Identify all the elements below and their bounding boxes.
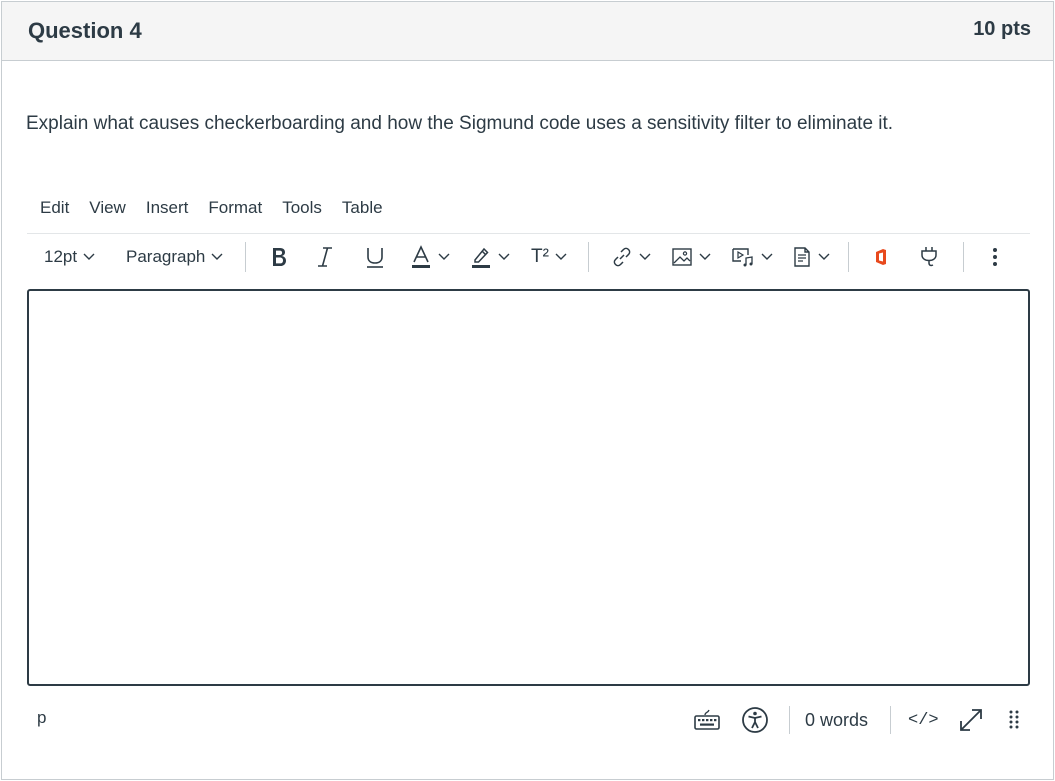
chevron-down-icon [555,253,567,260]
image-button[interactable] [671,238,711,276]
link-icon [613,247,631,267]
highlight-button[interactable] [470,238,510,276]
toolbar-separator [848,242,849,272]
text-color-button[interactable] [410,238,450,276]
keyboard-icon [694,709,720,730]
menu-table[interactable]: Table [332,197,393,223]
toolbar-separator [588,242,589,272]
document-icon [794,247,810,267]
superscript-button[interactable]: T² [531,238,567,276]
word-count: 0 words [805,709,869,730]
rich-text-editor[interactable] [27,289,1030,686]
menu-format[interactable]: Format [198,197,272,223]
underline-icon [367,248,383,268]
menubar-divider [27,233,1030,234]
media-button[interactable] [731,238,773,276]
toolbar-separator [963,242,964,272]
accessibility-checker-button[interactable] [741,704,769,736]
menu-tools[interactable]: Tools [272,197,332,223]
html-editor-toggle[interactable]: </> [908,704,939,736]
code-icon: </> [908,710,939,730]
italic-button[interactable] [315,238,335,276]
bold-button[interactable] [268,238,290,276]
highlight-icon [472,247,490,268]
image-icon [672,248,692,266]
chevron-down-icon [498,253,510,260]
editor-menubar: Edit View Insert Format Tools Table [30,197,393,223]
element-path[interactable]: p [37,708,46,728]
resize-handle[interactable] [1007,704,1021,736]
more-icon [993,248,997,266]
question-text: Explain what causes checkerboarding and … [26,113,894,134]
drag-handle-icon [1009,710,1019,729]
office-icon [876,249,886,265]
italic-icon [318,247,332,267]
text-color-icon [412,245,430,268]
plugin-icon [921,247,937,267]
font-size-value: 12pt [44,247,78,266]
font-size-select[interactable]: 12pt [44,238,95,276]
menu-edit[interactable]: Edit [30,197,79,223]
chevron-down-icon [211,253,223,260]
plugin-button[interactable] [919,238,939,276]
block-format-select[interactable]: Paragraph [126,238,223,276]
chevron-down-icon [438,253,450,260]
office-button[interactable] [872,238,890,276]
toolbar-separator [245,242,246,272]
chevron-down-icon [761,253,773,260]
accessibility-icon [742,707,768,733]
menu-insert[interactable]: Insert [136,197,199,223]
media-icon [732,248,753,267]
block-format-value: Paragraph [126,247,206,266]
fullscreen-button[interactable] [957,704,985,736]
chevron-down-icon [699,253,711,260]
link-button[interactable] [611,238,651,276]
statusbar-separator [890,706,891,734]
expand-icon [960,709,982,731]
editor-toolbar: 12pt Paragraph T² [27,238,1030,276]
question-title: Question 4 [28,18,142,43]
chevron-down-icon [639,253,651,260]
underline-button[interactable] [364,238,386,276]
question-header: Question 4 10 pts [2,2,1053,61]
bold-icon [273,248,286,266]
more-button[interactable] [989,238,1001,276]
keyboard-shortcuts-button[interactable] [693,704,721,736]
document-button[interactable] [792,238,830,276]
statusbar-separator [789,706,790,734]
chevron-down-icon [83,253,95,260]
menu-view[interactable]: View [79,197,136,223]
superscript-icon: T² [531,246,549,267]
word-count-button[interactable]: 0 words [805,704,868,736]
chevron-down-icon [818,253,830,260]
editor-statusbar: p 0 words </> [27,700,1030,740]
question-points: 10 pts [973,18,1031,40]
